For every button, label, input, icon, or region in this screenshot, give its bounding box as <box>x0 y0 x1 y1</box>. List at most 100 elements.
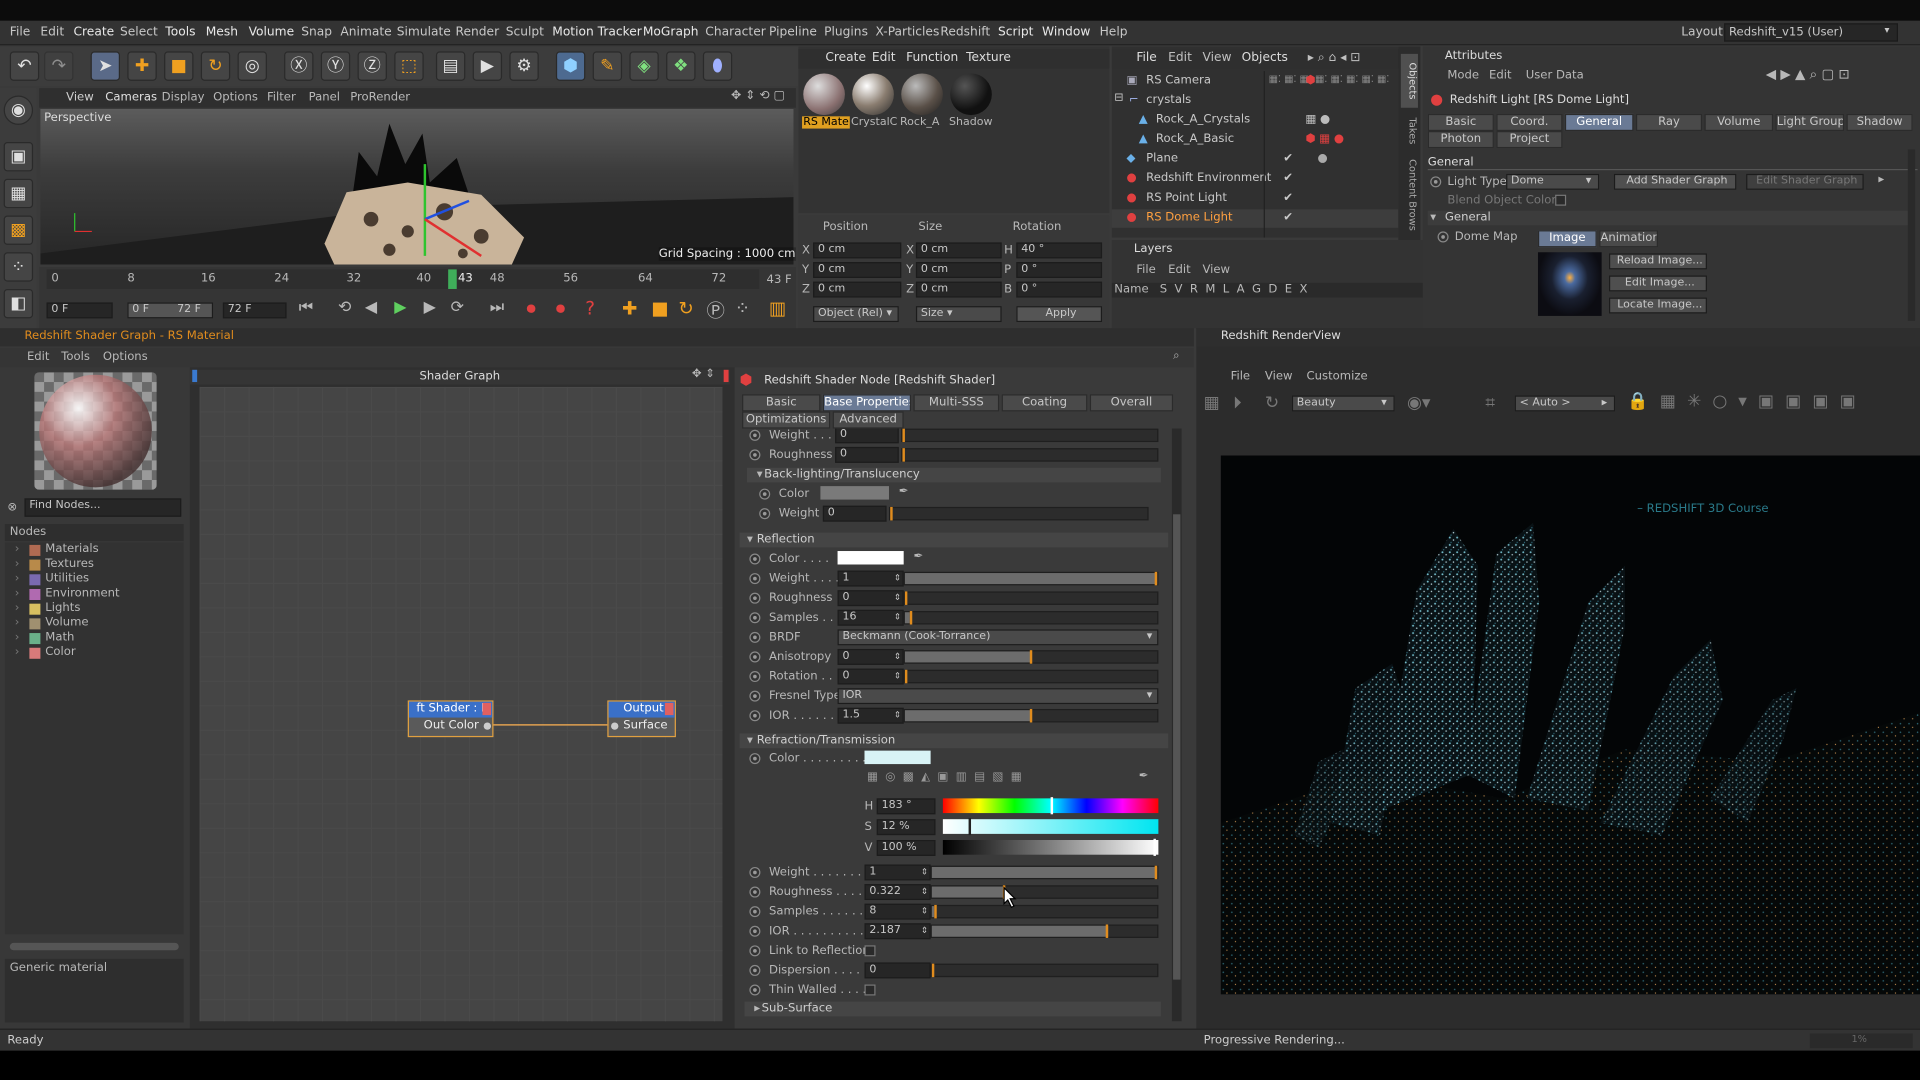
layers-menu-edit[interactable]: Edit <box>1168 263 1191 276</box>
stepper-icon[interactable]: ⇕ <box>921 905 928 918</box>
polygons-mode-button[interactable]: ◧ <box>3 288 34 319</box>
param-dropdown[interactable]: Beckmann (Cook-Torrance) ▾ <box>837 629 1159 646</box>
points-mode-button[interactable]: ⁘ <box>3 252 34 282</box>
stepper-icon[interactable]: ⇕ <box>894 709 901 722</box>
slider-handle[interactable] <box>1154 865 1158 880</box>
find-nodes-input[interactable]: Find Nodes... <box>24 498 182 517</box>
render-view-button[interactable]: ▤ <box>435 51 466 81</box>
object-row[interactable]: ⊟ ⌐ crystals <box>1112 92 1399 110</box>
texture-mode-button[interactable]: ▦ <box>3 178 34 209</box>
param-slider[interactable] <box>901 448 1159 462</box>
rv-menu-view[interactable]: View <box>1265 370 1293 383</box>
key-scale-icon[interactable]: ■ <box>651 298 668 320</box>
scale-tool-button[interactable]: ■ <box>164 51 194 81</box>
attr-tab-photon[interactable]: Photon <box>1427 131 1494 149</box>
keyframe-radio[interactable] <box>1430 176 1442 188</box>
keyframe-radio[interactable] <box>749 710 761 722</box>
subdivision-button[interactable]: ◈ <box>629 51 659 81</box>
attr-tab-general[interactable]: General <box>1564 113 1634 132</box>
coordinate-system-button[interactable]: ⬚ <box>394 51 424 81</box>
attr-tab-volume[interactable]: Volume <box>1704 113 1774 132</box>
menu-redshift[interactable]: Redshift <box>940 26 990 39</box>
playhead[interactable] <box>448 269 457 289</box>
section-backlighting[interactable]: Back-lighting/Translucency <box>746 467 1161 483</box>
eyedropper-icon[interactable]: ✒ <box>899 485 909 498</box>
light-type-dropdown[interactable]: Dome ▾ <box>1506 173 1600 190</box>
workplane-button[interactable]: ▩ <box>3 215 34 245</box>
menu-help[interactable]: Help <box>1100 26 1128 39</box>
next-frame-icon[interactable]: ▶ <box>424 299 436 317</box>
rs-material-node[interactable]: ft Shader : M Out Color <box>407 700 494 738</box>
param-slider[interactable] <box>930 904 1159 919</box>
menu-pipeline[interactable]: Pipeline <box>769 26 817 39</box>
rgb-icon[interactable]: ◉▾ <box>1407 393 1431 413</box>
mat-menu-edit[interactable]: Edit <box>872 51 896 64</box>
object-row[interactable]: ◆ Plane <box>1112 151 1399 169</box>
eyedropper-icon[interactable]: ✒ <box>1139 769 1149 782</box>
keyframe-radio[interactable] <box>749 866 761 878</box>
menu-animate[interactable]: Animate <box>340 26 391 39</box>
keyframe-radio[interactable] <box>749 690 761 702</box>
x-axis-button[interactable]: Ⓧ <box>284 51 314 81</box>
value-slider[interactable] <box>942 838 1159 856</box>
pos-x-field[interactable]: 0 cm <box>813 242 902 259</box>
eyedropper-icon[interactable]: ✒ <box>913 550 923 563</box>
keyframe-radio[interactable] <box>749 553 761 565</box>
mat-menu-function[interactable]: Function <box>906 51 958 64</box>
param-slider[interactable] <box>903 708 1159 723</box>
keyframe-radio[interactable] <box>749 573 761 585</box>
param-value-field[interactable]: 2.187 ⇕ <box>864 923 931 940</box>
param-slider[interactable] <box>903 571 1159 586</box>
param-slider[interactable] <box>930 924 1159 938</box>
locate-image-button[interactable]: Locate Image... <box>1608 297 1707 314</box>
saturation-slider[interactable] <box>942 817 1159 836</box>
object-row[interactable]: ▲ Rock_A_Crystals <box>1112 111 1399 129</box>
mat-menu-texture[interactable]: Texture <box>966 51 1011 64</box>
attr-menu-userdata[interactable]: User Data <box>1526 69 1584 82</box>
attr-tab-basic[interactable]: Basic <box>1427 113 1494 132</box>
material-tag-icon[interactable]: ▦ ● <box>1305 113 1330 126</box>
viewport-nav-icons[interactable]: ✥ ⇕ ⟲ ▢ <box>731 89 785 102</box>
menu-motion-tracker[interactable]: Motion Tracker <box>552 26 642 39</box>
param-value-field[interactable]: 0.322 ⇕ <box>864 884 931 901</box>
checkmark-icon[interactable]: ✔ <box>1283 191 1293 204</box>
pen-button[interactable]: ✎ <box>592 51 623 81</box>
reload-image-button[interactable]: Reload Image... <box>1608 253 1707 270</box>
side-tab-takes[interactable]: Takes <box>1401 113 1418 150</box>
live-select-button[interactable]: ◎ <box>237 51 267 81</box>
attr-scrollbar[interactable] <box>1907 149 1916 321</box>
material-rock-a[interactable]: Rock_A <box>900 73 944 129</box>
sg-menu-edit[interactable]: Edit <box>27 350 50 363</box>
param-value-field[interactable]: 16 ⇕ <box>837 609 904 626</box>
keyframe-selection-icon[interactable]: ? <box>585 298 595 320</box>
param-slider[interactable] <box>888 506 1149 521</box>
timeline-ruler[interactable]: 0 8 16 24 32 40 43 48 56 64 72 <box>46 269 760 289</box>
z-axis-button[interactable]: Ⓩ <box>357 51 387 81</box>
stepper-icon[interactable]: ⇕ <box>894 572 901 585</box>
hue-slider[interactable] <box>942 797 1159 815</box>
rot-p-field[interactable]: 0 ° <box>1016 262 1103 278</box>
object-row[interactable]: ● RS Point Light <box>1112 190 1399 208</box>
viewport-menu-prorender[interactable]: ProRender <box>350 91 410 104</box>
move-icon[interactable]: ✥ ⇕ <box>692 367 715 380</box>
keyframe-radio[interactable] <box>759 508 771 520</box>
tag-icon[interactable]: ⬢ <box>1305 73 1315 86</box>
menu-mograph[interactable]: MoGraph <box>643 26 699 39</box>
key-pla-icon[interactable]: ⁘ <box>735 298 750 320</box>
menu-window[interactable]: Window <box>1042 26 1090 39</box>
model-mode-button[interactable]: ▣ <box>3 142 34 172</box>
node-tab-multi-sss[interactable]: Multi-SSS <box>913 394 1000 412</box>
keyframe-radio[interactable] <box>749 592 761 604</box>
play-icon[interactable]: ⏵ <box>1233 393 1242 413</box>
aov-dropdown[interactable]: Beauty ▾ <box>1291 395 1395 412</box>
keyframe-radio[interactable] <box>749 651 761 663</box>
slider-handle[interactable] <box>1154 571 1158 586</box>
renderview-tool-icons[interactable]: 🔒▦✳○▾▣▣▣▣ <box>1627 392 1866 412</box>
slider-handle[interactable] <box>1105 924 1109 938</box>
visibility-dots[interactable]: ▦⁚ ▦⁚ ▦⁚ ▦⁚ ▦⁚ ▦⁚ ▦⁚ ▦⁚ <box>1269 73 1390 84</box>
render-settings-button[interactable]: ⚙ <box>509 51 539 81</box>
layers-menu-file[interactable]: File <box>1136 263 1155 276</box>
keyframe-radio[interactable] <box>759 488 771 500</box>
size-y-field[interactable]: 0 cm <box>915 262 1002 278</box>
object-row-selected[interactable]: ● RS Dome Light <box>1111 209 1399 228</box>
